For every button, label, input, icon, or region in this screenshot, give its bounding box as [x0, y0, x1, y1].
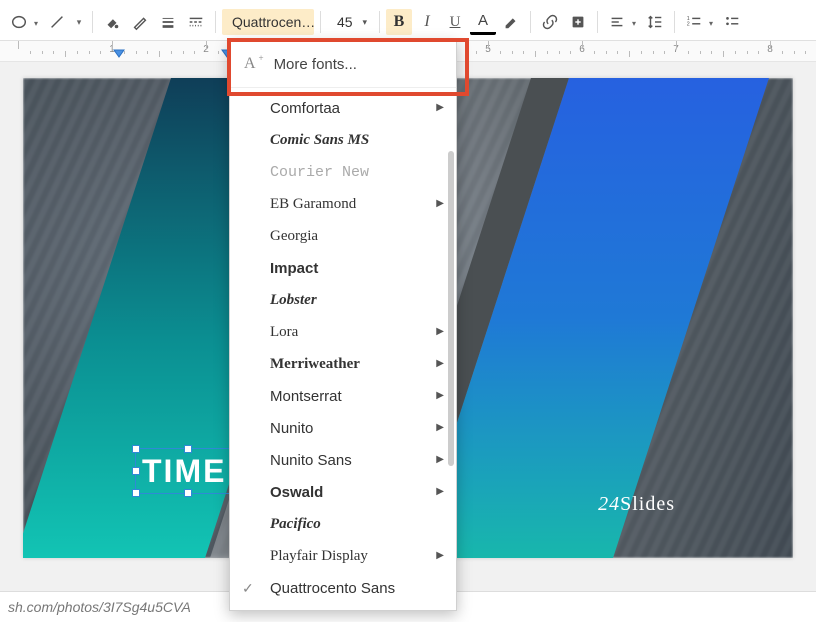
- border-dash-button[interactable]: [183, 9, 209, 35]
- line-spacing-button[interactable]: [642, 9, 668, 35]
- left-indent-marker[interactable]: [112, 48, 126, 62]
- submenu-arrow-icon: ▶: [436, 102, 444, 113]
- font-menu-item[interactable]: Playfair Display ▶: [230, 540, 456, 572]
- font-menu-item-label: Comic Sans MS: [270, 132, 369, 149]
- submenu-arrow-icon: ▶: [436, 486, 444, 497]
- font-menu-item-label: Pacifico: [270, 516, 321, 533]
- separator: [674, 11, 675, 33]
- font-menu-item[interactable]: Georgia: [230, 220, 456, 252]
- border-weight-button[interactable]: [155, 9, 181, 35]
- bold-button[interactable]: B: [386, 9, 412, 35]
- font-menu-item-label: Montserrat: [270, 388, 342, 405]
- chevron-down-icon: ▾: [362, 17, 367, 28]
- insert-comment-button[interactable]: [565, 9, 591, 35]
- font-menu-item[interactable]: Montserrat ▶: [230, 380, 456, 412]
- font-size-value: 45: [337, 14, 353, 30]
- font-menu-item[interactable]: Comfortaa ▶: [230, 92, 456, 124]
- font-menu-item-label: Nunito Sans: [270, 452, 352, 469]
- separator: [215, 11, 216, 33]
- selection-handle[interactable]: [184, 489, 192, 497]
- border-color-button[interactable]: [127, 9, 153, 35]
- font-menu-item-label: Courier New: [270, 164, 369, 181]
- font-menu-item[interactable]: Oswald ▶: [230, 476, 456, 508]
- selection-handle[interactable]: [132, 467, 140, 475]
- font-menu-item[interactable]: Lobster: [230, 284, 456, 316]
- font-menu-item-label: Merriweather: [270, 356, 360, 373]
- submenu-arrow-icon: ▶: [436, 358, 444, 369]
- logo-main: Slides: [620, 493, 675, 515]
- separator: [597, 11, 598, 33]
- numbered-list-button[interactable]: 12 ▾: [681, 9, 707, 35]
- italic-button[interactable]: I: [414, 9, 440, 35]
- logo-prefix: 24: [598, 493, 620, 515]
- chevron-down-icon: ▾: [632, 19, 636, 28]
- line-tool-button[interactable]: [44, 9, 70, 35]
- font-menu-item-label: Playfair Display: [270, 548, 368, 565]
- font-size-dropdown[interactable]: 45 ▾: [327, 9, 373, 35]
- shape-oval-button[interactable]: ▾: [6, 9, 32, 35]
- separator: [530, 11, 531, 33]
- font-menu-item[interactable]: Impact: [230, 252, 456, 284]
- font-dropdown-menu: A+ More fonts... Comfortaa ▶ Comic Sans MS…: [229, 40, 457, 611]
- logo-text: 24Slides: [598, 493, 675, 516]
- chevron-down-icon: ▾: [709, 19, 713, 28]
- font-menu-item-label: EB Garamond: [270, 196, 356, 213]
- selected-text-box[interactable]: TIME: [135, 448, 241, 494]
- font-menu-item[interactable]: Pacifico: [230, 508, 456, 540]
- font-family-dropdown[interactable]: Quattrocen… ▾: [222, 9, 314, 35]
- menu-separator: [230, 87, 456, 88]
- insert-link-button[interactable]: [537, 9, 563, 35]
- submenu-arrow-icon: ▶: [436, 422, 444, 433]
- submenu-arrow-icon: ▶: [436, 326, 444, 337]
- font-menu-item[interactable]: Courier New: [230, 156, 456, 188]
- menu-scrollbar[interactable]: [448, 151, 454, 466]
- font-menu-item[interactable]: Lora ▶: [230, 316, 456, 348]
- notes-text: sh.com/photos/3I7Sg4u5CVA: [8, 599, 191, 615]
- underline-button[interactable]: U: [442, 9, 468, 35]
- line-dropdown-button[interactable]: ▾: [72, 9, 86, 35]
- font-menu-item-label: Oswald: [270, 484, 323, 501]
- submenu-arrow-icon: ▶: [436, 198, 444, 209]
- align-button[interactable]: ▾: [604, 9, 630, 35]
- highlight-color-button[interactable]: [498, 9, 524, 35]
- selection-handle[interactable]: [132, 489, 140, 497]
- separator: [320, 11, 321, 33]
- font-family-label: Quattrocen…: [232, 14, 314, 30]
- shape-caret-icon: ▾: [34, 19, 38, 28]
- selection-handle[interactable]: [184, 445, 192, 453]
- font-menu-item[interactable]: Merriweather ▶: [230, 348, 456, 380]
- fill-color-button[interactable]: [99, 9, 125, 35]
- text-box-content[interactable]: TIME: [136, 449, 240, 493]
- svg-text:2: 2: [687, 22, 690, 28]
- toolbar: ▾ ▾ Quattrocen… ▾ 45 ▾ B I U A: [0, 0, 816, 41]
- submenu-arrow-icon: ▶: [436, 454, 444, 465]
- font-menu-item[interactable]: Nunito ▶: [230, 412, 456, 444]
- submenu-arrow-icon: ▶: [436, 550, 444, 561]
- bulleted-list-button[interactable]: [719, 9, 745, 35]
- font-menu-item[interactable]: Quattrocento Sans ✓: [230, 572, 456, 604]
- more-fonts-icon: A+: [244, 55, 256, 73]
- font-menu-item-label: Lora: [270, 324, 298, 341]
- separator: [92, 11, 93, 33]
- separator: [379, 11, 380, 33]
- more-fonts-item[interactable]: A+ More fonts...: [230, 41, 456, 87]
- selection-handle[interactable]: [132, 445, 140, 453]
- font-menu-item[interactable]: Comic Sans MS: [230, 124, 456, 156]
- font-menu-item-label: Comfortaa: [270, 100, 340, 117]
- font-menu-item-label: Lobster: [270, 292, 317, 309]
- more-fonts-label: More fonts...: [274, 56, 357, 73]
- font-menu-item-label: Impact: [270, 260, 318, 277]
- text-color-button[interactable]: A: [470, 10, 496, 35]
- font-menu-item[interactable]: Nunito Sans ▶: [230, 444, 456, 476]
- checkmark-icon: ✓: [242, 580, 254, 597]
- font-menu-item-label: Nunito: [270, 420, 313, 437]
- submenu-arrow-icon: ▶: [436, 390, 444, 401]
- font-menu-item-label: Georgia: [270, 228, 318, 245]
- font-menu-item-label: Quattrocento Sans: [270, 580, 395, 597]
- font-menu-item[interactable]: EB Garamond ▶: [230, 188, 456, 220]
